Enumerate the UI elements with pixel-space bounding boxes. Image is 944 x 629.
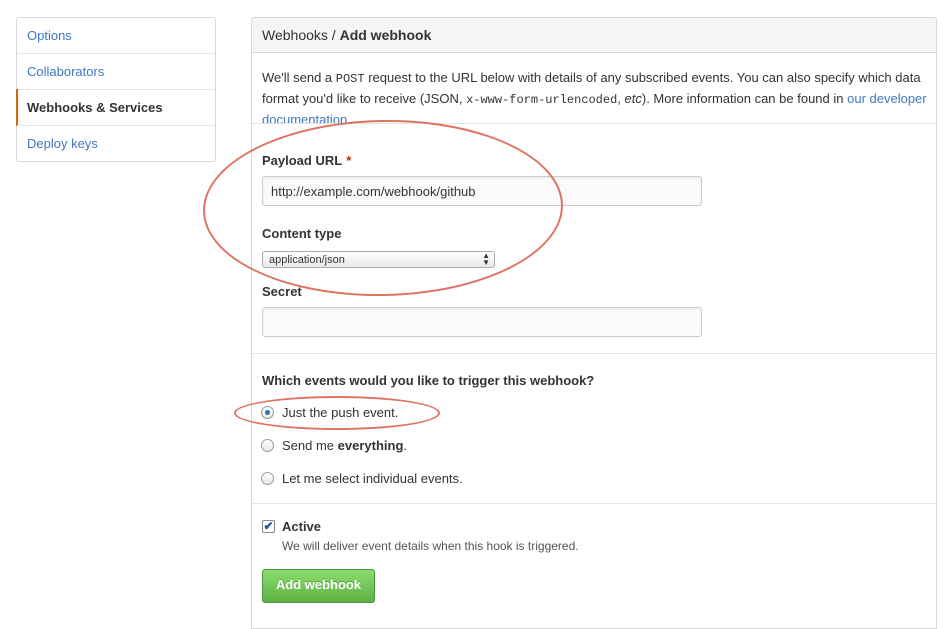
secret-input[interactable] — [262, 307, 702, 337]
settings-sidebar: Options Collaborators Webhooks & Service… — [16, 17, 216, 162]
divider — [252, 503, 936, 504]
sidebar-item-deploy-keys[interactable]: Deploy keys — [17, 125, 215, 161]
active-label: Active — [282, 519, 322, 534]
radio-everything[interactable]: Send me everything. — [261, 437, 407, 455]
divider — [252, 353, 936, 354]
sidebar-item-webhooks-services[interactable]: Webhooks & Services — [16, 89, 215, 126]
radio-individual-events[interactable]: Let me select individual events. — [261, 470, 463, 488]
breadcrumb-parent[interactable]: Webhooks — [262, 27, 328, 43]
radio-button[interactable] — [261, 439, 274, 452]
radio-button[interactable] — [261, 472, 274, 485]
add-webhook-button[interactable]: Add webhook — [262, 569, 375, 603]
annotation-ellipse-push — [234, 396, 440, 430]
add-webhook-panel: Webhooks / Add webhook We'll send a POST… — [251, 17, 937, 629]
page-title: Add webhook — [339, 27, 432, 43]
active-note: We will deliver event details when this … — [282, 539, 579, 553]
breadcrumb: Webhooks / Add webhook — [252, 18, 936, 53]
breadcrumb-separator: / — [327, 27, 340, 43]
sidebar-item-options[interactable]: Options — [17, 18, 215, 53]
active-checkbox[interactable]: ✔ — [262, 520, 275, 533]
sidebar-item-collaborators[interactable]: Collaborators — [17, 53, 215, 89]
events-question: Which events would you like to trigger t… — [262, 373, 595, 388]
